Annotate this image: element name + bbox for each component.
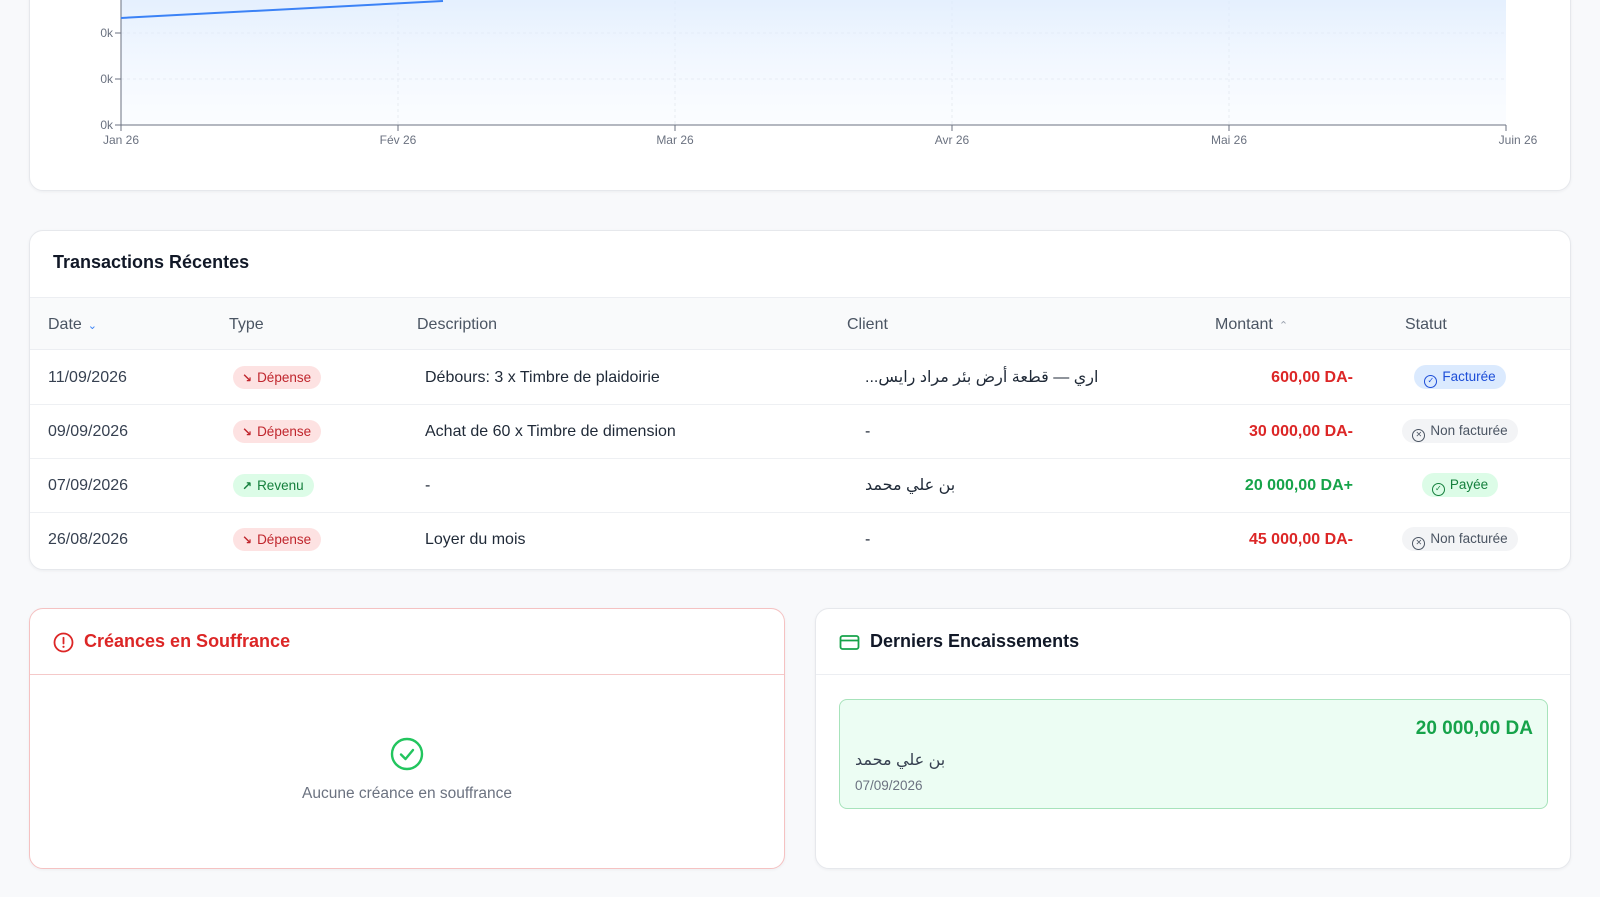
status-badge-label: Facturée (1442, 369, 1496, 384)
transactions-table-header: Date ⌄ Type Description Client Montant ⌃ S… (30, 297, 1570, 350)
alert-circle-icon (53, 632, 74, 653)
type-badge-label: Dépense (257, 532, 312, 547)
row-description: - (425, 477, 431, 494)
row-description: Débours: 3 x Timbre de plaidoirie (425, 369, 660, 386)
status-badge: ✓ Payée (1421, 473, 1499, 497)
column-header-status[interactable]: Statut (1405, 298, 1447, 351)
status-badge-label: Payée (1449, 477, 1489, 492)
encaissement-client: بن علي محمد (855, 752, 946, 769)
encaissement-amount: 20 000,00 DA (1415, 718, 1533, 739)
y-tick-label: 0k (100, 118, 114, 132)
row-date: 11/09/2026 (48, 369, 127, 386)
status-cell: ✕ Non facturée (1360, 419, 1560, 443)
y-tick-label: 0k (100, 72, 114, 86)
encaissements-title: Derniers Encaissements (870, 631, 1080, 651)
column-header-amount-label: Montant (1215, 316, 1273, 333)
row-amount: 45 000,00 DA- (1248, 531, 1353, 548)
x-tick-label: Mai 26 (1211, 133, 1247, 147)
column-header-client[interactable]: Client (847, 298, 888, 351)
check-circle-icon: ✓ (1424, 375, 1438, 388)
credit-card-icon (839, 635, 860, 650)
status-badge: ✓ Facturée (1414, 365, 1506, 389)
type-badge-label: Dépense (257, 424, 312, 439)
type-badge: ↗ Revenu (233, 474, 314, 497)
row-client: ...اري — قطعة أرض بئر مراد رايس (865, 369, 1099, 386)
x-tick-label: Juin 26 (1499, 133, 1538, 147)
table-row[interactable]: 11/09/2026 ↘ Dépense Débours: 3 x Timbre de… (30, 350, 1570, 405)
row-client: بن علي محمد (865, 477, 956, 494)
type-badge: ↘ Dépense (233, 366, 322, 389)
row-date: 07/09/2026 (48, 477, 129, 494)
type-badge-label: Dépense (257, 370, 312, 385)
column-header-type[interactable]: Type (229, 298, 264, 351)
table-row[interactable]: 07/09/2026 ↗ Revenu - بن علي محمد 20 000,00 D… (30, 458, 1570, 513)
revenue-chart: 0k0k0kJan 26 Fév 26 Mar 26 Avr 26 Mai 26 Juin… (100, 0, 1538, 147)
encaissements-card: Derniers Encaissements 20 000,00 DA بن ع… (815, 608, 1571, 869)
column-header-date[interactable]: Date ⌄ (48, 298, 97, 351)
x-circle-icon: ✕ (1412, 537, 1426, 550)
x-tick-label: Jan 26 (103, 133, 139, 147)
row-amount: 30 000,00 DA- (1248, 423, 1353, 440)
row-date: 09/09/2026 (48, 423, 129, 440)
column-header-date-label: Date (48, 316, 82, 333)
status-cell: ✕ Non facturée (1360, 527, 1560, 551)
status-badge-label: Non facturée (1430, 423, 1508, 438)
x-tick-label: Mar 26 (656, 133, 694, 147)
column-header-description[interactable]: Description (417, 298, 497, 351)
arrow-down-right-icon: ↘ (242, 371, 253, 385)
recent-transactions-card: Transactions Récentes Date ⌄ Type Descrip… (29, 230, 1571, 570)
encaissement-date: 07/09/2026 (855, 778, 923, 793)
encaissements-header: Derniers Encaissements (816, 609, 1570, 675)
chevron-up-icon: ⌃ (1278, 320, 1289, 332)
status-cell: ✓ Payée (1360, 473, 1560, 497)
row-client: - (865, 531, 871, 548)
encaissement-item[interactable]: 20 000,00 DA بن علي محمد 07/09/2026 (839, 699, 1548, 809)
row-amount: 20 000,00 DA+ (1244, 477, 1353, 494)
chart-area-fill (121, 0, 1506, 125)
row-date: 26/08/2026 (48, 531, 129, 548)
status-cell: ✓ Facturée (1360, 365, 1560, 389)
row-description: Loyer du mois (425, 531, 526, 548)
creances-title: Créances en Souffrance (84, 631, 291, 651)
row-amount: 600,00 DA- (1271, 369, 1353, 386)
x-tick-label: Avr 26 (935, 133, 970, 147)
x-tick-label: Fév 26 (380, 133, 417, 147)
y-tick-label: 0k (100, 26, 114, 40)
status-badge-label: Non facturée (1430, 531, 1508, 546)
revenue-chart-card: 0k 0k 0k Jan 26 Fév 26 Mar 26 Avr 26 Mai 26 Juin… (29, 0, 1571, 191)
status-badge: ✕ Non facturée (1402, 527, 1518, 551)
arrow-down-right-icon: ↘ (242, 425, 253, 439)
check-circle-icon (390, 737, 424, 771)
table-row[interactable]: 26/08/2026 ↘ Dépense Loyer du mois - 45 000,0… (30, 512, 1570, 567)
status-badge: ✕ Non facturée (1402, 419, 1518, 443)
arrow-down-right-icon: ↘ (242, 533, 253, 547)
creances-empty-text: Aucune créance en souffrance (302, 785, 512, 802)
table-row[interactable]: 09/09/2026 ↘ Dépense Achat de 60 x Timbre d… (30, 404, 1570, 459)
check-circle-icon: ✓ (1431, 483, 1445, 496)
type-badge: ↘ Dépense (233, 528, 322, 551)
transactions-title: Transactions Récentes (53, 252, 250, 272)
creances-card: Créances en Souffrance Aucune créance en… (29, 608, 785, 869)
arrow-up-right-icon: ↗ (242, 479, 253, 493)
x-circle-icon: ✕ (1412, 429, 1426, 442)
row-client: - (865, 423, 871, 440)
creances-header: Créances en Souffrance (30, 609, 784, 675)
chevron-down-icon: ⌄ (87, 320, 98, 332)
row-description: Achat de 60 x Timbre de dimension (425, 423, 676, 440)
type-badge: ↘ Dépense (233, 420, 322, 443)
column-header-amount[interactable]: Montant ⌃ (1215, 298, 1288, 351)
type-badge-label: Revenu (257, 478, 304, 493)
